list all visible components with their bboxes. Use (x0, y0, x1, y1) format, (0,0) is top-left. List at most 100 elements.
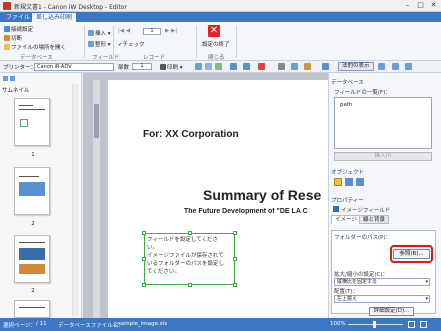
printer-icon (160, 64, 166, 70)
thumb-image (20, 119, 28, 127)
page-count: / 11 (36, 321, 47, 327)
fit-page-icon[interactable] (408, 321, 415, 328)
resize-handle[interactable] (142, 231, 146, 235)
panel-pin-icon[interactable] (3, 76, 8, 81)
help-icon[interactable] (405, 63, 412, 70)
page-thumbnail[interactable] (14, 167, 50, 215)
ribbon-tab-bar: ファイル 差し込み印刷 (0, 12, 441, 22)
detail-settings-button[interactable]: 詳細設定(D)... (369, 307, 414, 316)
redo-arrow-icon[interactable] (243, 63, 250, 70)
image-field-label: イメージフィールド (341, 208, 391, 214)
close-window-button[interactable]: ✕ (427, 0, 440, 11)
tab-image[interactable]: イメージ (331, 215, 361, 224)
field-list[interactable]: path (334, 97, 432, 149)
undo-icon[interactable] (230, 63, 237, 70)
view-icon[interactable] (322, 63, 329, 70)
record-next-button[interactable]: ▶ ▶| (165, 28, 177, 34)
printer-select[interactable]: Canon iR-ADV (34, 63, 114, 71)
status-bar: 選択ページ： / 11 データベースファイル名： sample_image.xl… (0, 318, 441, 331)
finish-settings-button[interactable]: 設定の終了 (202, 40, 230, 48)
delete-icon[interactable] (258, 63, 265, 70)
dropdown-arrow-icon: ▾ (425, 296, 428, 302)
copy-icon[interactable] (291, 63, 298, 70)
folder-icon (4, 44, 10, 50)
thumbnail-scrollbar[interactable] (72, 84, 79, 316)
scale-label: 拡大/縮小の設定(C)： (334, 272, 388, 278)
print-button[interactable]: 印刷 ▾ (160, 63, 183, 71)
redo-icon[interactable] (215, 63, 222, 70)
text-object-icon[interactable] (334, 178, 342, 186)
minimize-button[interactable]: – (401, 0, 414, 11)
group-label-close: 閉じる (208, 55, 225, 61)
page-thumbnail[interactable] (14, 235, 50, 283)
thumb-text-line (19, 105, 33, 106)
thumb-image (19, 264, 45, 274)
resize-handle[interactable] (188, 231, 192, 235)
export-icon[interactable] (205, 63, 212, 70)
resize-handle[interactable] (188, 283, 192, 287)
resize-handle[interactable] (142, 257, 146, 261)
image-field-frame[interactable]: フィールドを設定してくださ い。 イメージファイルが保存されて いるフォルダーの… (144, 233, 235, 285)
layout-icon[interactable] (392, 63, 399, 70)
position-select[interactable]: 左上揃え ▾ (334, 295, 430, 303)
copies-input[interactable]: 1 (132, 63, 152, 70)
panel-menu-icon[interactable] (10, 76, 15, 81)
summary-heading: Summary of Rese (203, 187, 322, 203)
grid-icon[interactable] (378, 63, 385, 70)
database-icon (4, 26, 10, 32)
disconnect-icon (4, 35, 10, 41)
record-number-input[interactable]: 1 (143, 28, 161, 35)
dropdown-arrow-icon: ▾ (425, 279, 428, 285)
cut-icon[interactable] (278, 63, 285, 70)
maximize-button[interactable]: □ (414, 0, 427, 11)
close-merge-icon[interactable]: ✕ (208, 25, 220, 37)
image-field-icon (333, 206, 339, 212)
thumbnail-page-number: 1 (31, 152, 35, 158)
ribbon-separator (84, 26, 85, 58)
record-first-button[interactable]: |◀ ◀ (118, 28, 130, 34)
zoom-slider-handle[interactable] (373, 321, 376, 328)
tab-file[interactable]: ファイル (2, 13, 34, 22)
connect-settings-button[interactable]: 接続設定 (4, 25, 33, 33)
ribbon-separator (113, 26, 114, 58)
field-instruction-line: てください。 (147, 269, 180, 275)
legal-view-button[interactable]: 法的の表示 (338, 62, 374, 71)
insert-icon (88, 30, 94, 36)
copies-label: 部数 (118, 65, 130, 71)
app-icon (3, 2, 11, 10)
field-instruction-line: イメージファイルが保存されて (147, 253, 224, 259)
image-object-icon[interactable] (345, 178, 353, 186)
field-list-item[interactable]: path (335, 98, 431, 112)
printer-label: プリンター： (3, 65, 37, 71)
tab-line-background[interactable]: 線と背景 (359, 215, 390, 224)
thumb-text-line (19, 109, 45, 110)
scrollbar-thumb[interactable] (94, 104, 99, 138)
resize-handle[interactable] (233, 283, 237, 287)
tab-mail-merge[interactable]: 差し込み印刷 (32, 13, 77, 22)
field-instruction-line: い。 (147, 245, 159, 251)
disconnect-button[interactable]: 切断 (4, 34, 22, 42)
db-file-name: sample_image.xls (118, 321, 168, 327)
resize-handle[interactable] (233, 231, 237, 235)
field-format-button[interactable]: 整形 ▾ (88, 40, 111, 48)
group-label-database: データベース (20, 55, 53, 61)
check-button[interactable]: ✔チェック (118, 40, 145, 48)
page-thumbnail[interactable] (14, 300, 50, 318)
insert-field-button[interactable]: 挿入(I) (334, 152, 432, 161)
page-thumbnail[interactable] (14, 98, 50, 146)
fit-width-icon[interactable] (420, 321, 427, 328)
ribbon-separator (236, 26, 237, 58)
group-label-field: フィールド (92, 55, 120, 61)
field-list-label: フィールドの一覧(F)： (334, 90, 391, 96)
resize-handle[interactable] (142, 283, 146, 287)
shape-object-icon[interactable] (356, 178, 364, 186)
field-insert-button[interactable]: 挿入 ▾ (88, 29, 111, 37)
document-subtitle: The Future Development of "DE LA C (184, 208, 308, 215)
resize-handle[interactable] (233, 257, 237, 261)
paste-icon[interactable] (304, 63, 311, 70)
open-file-location-button[interactable]: ファイルの場所を開く (4, 43, 66, 51)
save-icon[interactable] (195, 63, 202, 70)
scale-select[interactable]: 縦横比を固定する ▾ (334, 278, 430, 286)
ribbon-separator (196, 26, 197, 58)
window-title: 新規文書1 - Canon iW Desktop - Editor (14, 4, 127, 11)
